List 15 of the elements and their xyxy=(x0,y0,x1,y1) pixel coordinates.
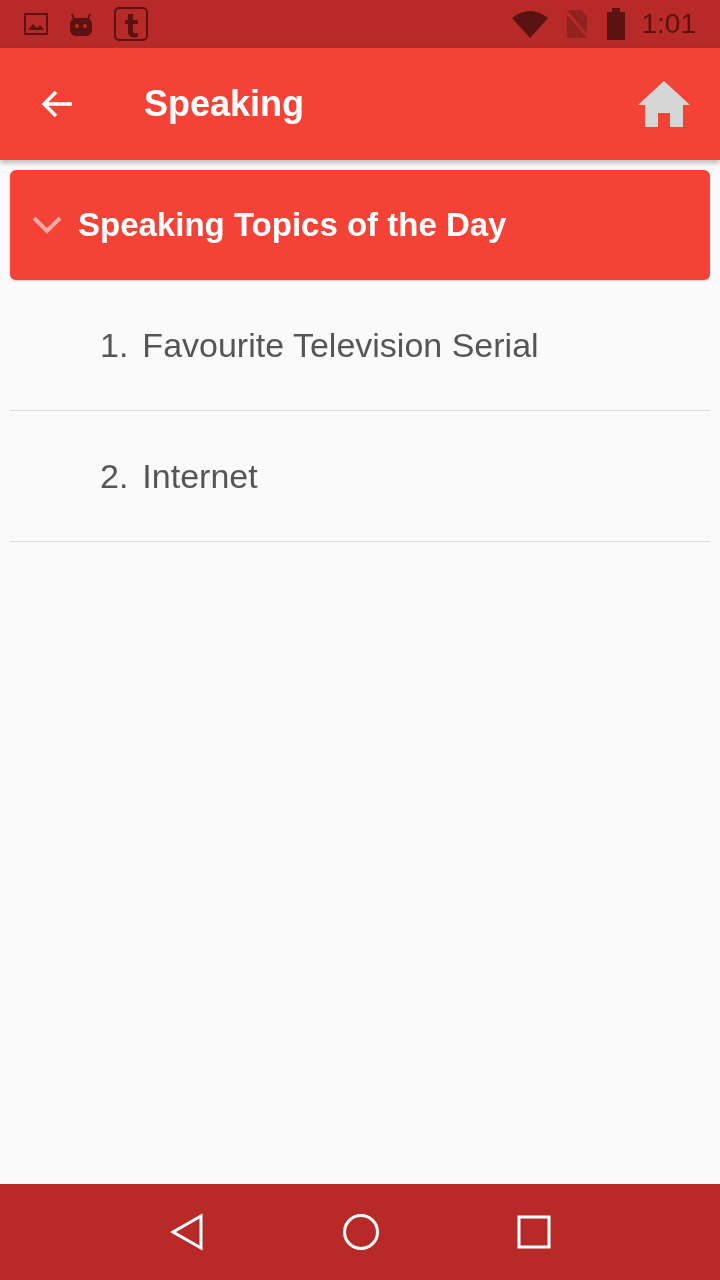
back-arrow-icon[interactable] xyxy=(40,89,74,119)
back-triangle-icon[interactable] xyxy=(168,1213,205,1251)
letter-t-icon xyxy=(114,7,148,41)
image-icon xyxy=(24,13,48,35)
wifi-icon xyxy=(511,10,548,38)
chevron-down-icon xyxy=(32,216,62,234)
topic-item[interactable]: 1. Favourite Television Serial xyxy=(10,280,710,411)
status-time: 1:01 xyxy=(641,8,696,40)
section-header[interactable]: Speaking Topics of the Day xyxy=(10,170,710,280)
battery-icon xyxy=(605,8,626,40)
recents-square-icon[interactable] xyxy=(517,1215,552,1249)
home-icon[interactable] xyxy=(638,81,690,127)
screen-title: Speaking xyxy=(144,83,306,125)
home-circle-icon[interactable] xyxy=(342,1213,380,1251)
topic-item[interactable]: 2. Internet xyxy=(10,411,710,542)
